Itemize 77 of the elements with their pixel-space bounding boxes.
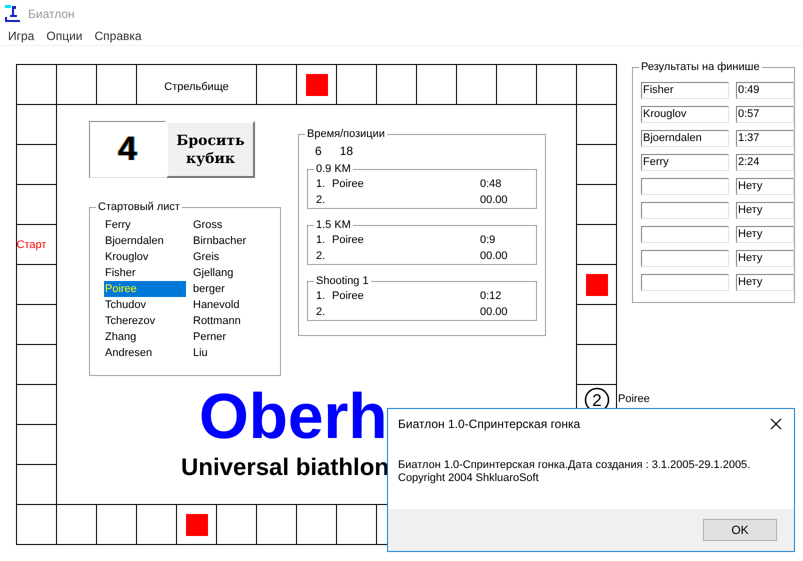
time-field[interactable]: 0:49 bbox=[736, 82, 794, 99]
split-time: 0:9 bbox=[480, 233, 496, 248]
time-field[interactable]: Нету bbox=[736, 250, 794, 267]
menu-item[interactable]: Справка bbox=[88, 28, 148, 45]
position-text: 1. bbox=[316, 289, 326, 304]
list-item[interactable]: Andresen bbox=[104, 345, 186, 361]
athlete-name: Poiree bbox=[332, 177, 365, 192]
list-item[interactable]: Birnbacher bbox=[192, 233, 274, 249]
board-cell: Старт bbox=[17, 225, 57, 265]
menu-item[interactable]: Опции bbox=[40, 28, 88, 45]
position-text: 2. bbox=[316, 305, 326, 320]
time-field[interactable]: 0:57 bbox=[736, 106, 794, 123]
list-item[interactable]: Gross bbox=[192, 217, 274, 233]
marker-icon bbox=[306, 74, 328, 96]
split-time: 0:12 bbox=[480, 289, 502, 304]
position-text: 2. bbox=[316, 249, 326, 264]
close-icon[interactable] bbox=[770, 418, 782, 430]
list-item[interactable]: Tcherezov bbox=[104, 313, 186, 329]
name-field[interactable]: Krouglov bbox=[641, 106, 729, 123]
list-item[interactable]: Fisher bbox=[104, 265, 186, 281]
dialog-title: Биатлон 1.0-Спринтерская гонка bbox=[398, 417, 580, 431]
athlete-name: Poiree bbox=[332, 289, 365, 304]
dialog-message: Copyright 2004 ShkluaroSoft bbox=[398, 472, 540, 485]
time-field[interactable]: Нету bbox=[736, 274, 794, 291]
split-time: 00.00 bbox=[480, 305, 509, 320]
time-field[interactable]: 1:37 bbox=[736, 130, 794, 147]
list-item[interactable]: Ferry bbox=[104, 217, 186, 233]
ok-button[interactable]: OK bbox=[703, 519, 777, 541]
panel-title: Стартовый лист bbox=[96, 200, 182, 214]
list-item[interactable]: Hanevold bbox=[192, 297, 274, 313]
board-cell: Стрельбище bbox=[137, 65, 257, 105]
list-item[interactable]: Zhang bbox=[104, 329, 186, 345]
position-text: 1. bbox=[316, 177, 326, 192]
list-item[interactable]: Greis bbox=[192, 249, 274, 265]
list-item[interactable]: Poiree bbox=[104, 281, 186, 297]
time-field[interactable]: 2:24 bbox=[736, 154, 794, 171]
marker-icon bbox=[186, 514, 208, 536]
dice-value: 4 bbox=[89, 121, 166, 178]
counter-text: 18 bbox=[340, 144, 354, 160]
list-item[interactable]: Krouglov bbox=[104, 249, 186, 265]
name-field[interactable]: Ferry bbox=[641, 154, 729, 171]
split-time: 00.00 bbox=[480, 193, 509, 208]
venue-title: Oberh bbox=[199, 384, 388, 448]
athlete-name: Poiree bbox=[332, 233, 365, 248]
split-time: 0:48 bbox=[480, 177, 502, 192]
list-item[interactable]: Tchudov bbox=[104, 297, 186, 313]
name-field[interactable] bbox=[641, 178, 729, 195]
dialog-message: Биатлон 1.0-Спринтерская гонка.Дата создания : 3.1.2005-29.1.2005. bbox=[398, 459, 752, 472]
name-field[interactable] bbox=[641, 274, 729, 291]
marker-icon bbox=[586, 274, 608, 296]
roll-button[interactable]: Бросить кубик bbox=[166, 121, 255, 178]
name-field[interactable]: Fisher bbox=[641, 82, 729, 99]
name-field[interactable] bbox=[641, 226, 729, 243]
split-time: 00.00 bbox=[480, 249, 509, 264]
position-text: 2. bbox=[316, 193, 326, 208]
list-item[interactable]: Rottmann bbox=[192, 313, 274, 329]
list-item[interactable]: berger bbox=[192, 281, 274, 297]
venue-subtitle: Universal biathlon bbox=[181, 455, 390, 481]
name-field[interactable]: Bjoerndalen bbox=[641, 130, 729, 147]
time-field[interactable]: Нету bbox=[736, 202, 794, 219]
time-field[interactable]: Нету bbox=[736, 178, 794, 195]
list-item[interactable]: Bjoerndalen bbox=[104, 233, 186, 249]
window-title: Биатлон bbox=[28, 7, 75, 21]
position-text: 1. bbox=[316, 233, 326, 248]
list-item[interactable]: Gjellang bbox=[192, 265, 274, 281]
panel-title: Время/позиции bbox=[305, 127, 387, 141]
player-label: Poiree bbox=[618, 393, 650, 406]
app-icon bbox=[5, 5, 21, 23]
panel-title: Результаты на финише bbox=[639, 60, 762, 74]
list-item[interactable]: Liu bbox=[192, 345, 274, 361]
counter-text: 6 bbox=[315, 144, 322, 160]
menu-item[interactable]: Игра bbox=[2, 28, 40, 45]
name-field[interactable] bbox=[641, 250, 729, 267]
list-item[interactable]: Perner bbox=[192, 329, 274, 345]
name-field[interactable] bbox=[641, 202, 729, 219]
time-field[interactable]: Нету bbox=[736, 226, 794, 243]
split-title: Shooting 1 bbox=[314, 274, 371, 288]
